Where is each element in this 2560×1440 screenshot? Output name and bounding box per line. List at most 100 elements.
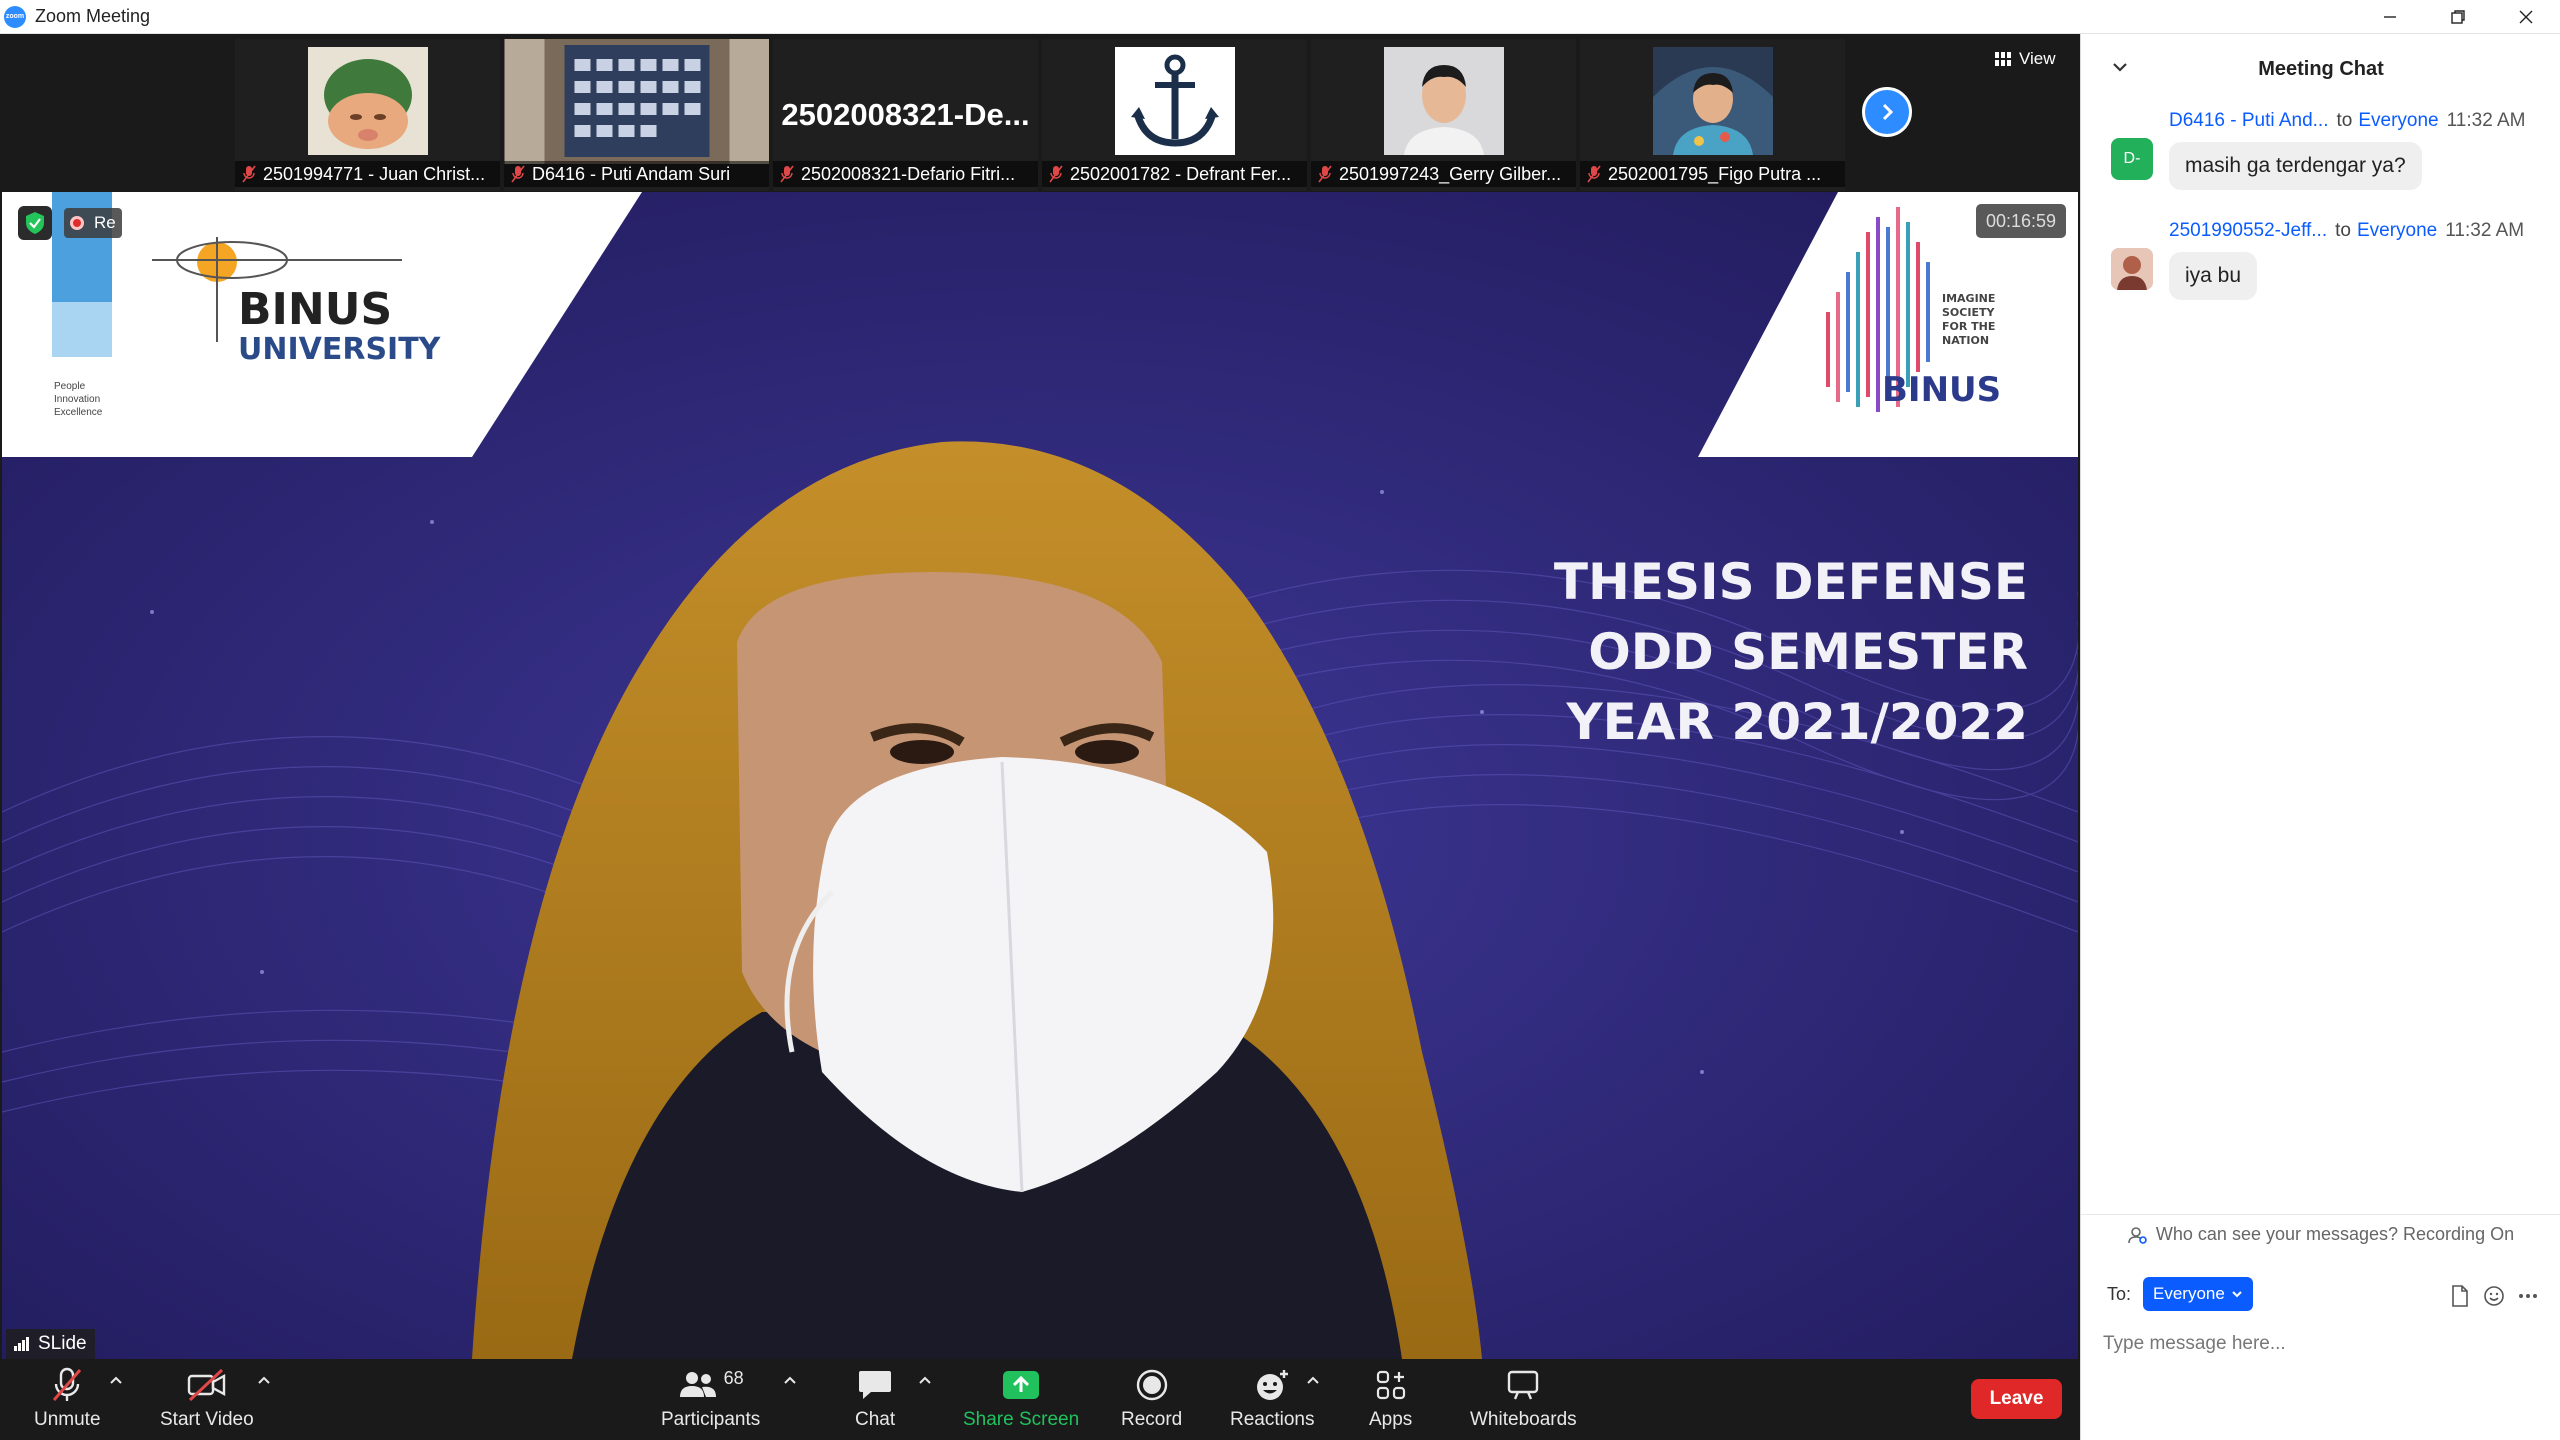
whiteboard-icon [1508,1370,1539,1400]
apps-button[interactable]: Apps [1369,1365,1412,1431]
close-icon [2519,10,2533,24]
participant-thumbnail[interactable]: 2501994771 - Juan Christ... [235,39,500,191]
reactions-smiley-icon [1257,1370,1289,1400]
participant-thumbnail-strip: 2501994771 - Juan Christ... D6416 - Puti… [0,34,2080,192]
security-shield-button[interactable] [18,206,52,240]
restore-icon [2451,10,2465,24]
more-options-button[interactable] [2511,1281,2545,1311]
binus-anniversary-word: BINUS [1882,370,2002,410]
muted-microphone-icon [53,1367,82,1401]
person-photo [1383,47,1504,155]
muted-mic-icon [1049,165,1063,183]
emoji-button[interactable] [2477,1281,2511,1311]
participant-thumbnail[interactable]: 2501997243_Gerry Gilber... [1311,39,1576,191]
grid-view-icon [1995,52,2011,66]
participant-big-name: 2502008321-De... [781,97,1030,132]
avatar: D- [2111,138,2153,180]
record-icon [1136,1369,1167,1401]
send-file-button[interactable] [2443,1281,2477,1311]
muted-mic-icon [242,165,256,183]
chat-button[interactable]: Chat [855,1365,895,1431]
person-visibility-icon [2128,1226,2147,1244]
thumbnail-label: 2502001795_Figo Putra ... [1580,161,1845,187]
thumbnail-label: 2502001782 - Defrant Fer... [1042,161,1307,187]
slide-title-line: THESIS DEFENSE [1553,553,2028,611]
participant-thumbnail[interactable]: 2502001782 - Defrant Fer... [1042,39,1307,191]
anniversary-tagline-line: IMAGINE [1942,292,1996,305]
user-photo-icon [2111,248,2153,290]
chat-sender[interactable]: D6416 - Puti And... [2169,110,2329,131]
view-button[interactable]: View [1985,44,2066,74]
whiteboards-button[interactable]: Whiteboards [1470,1365,1577,1431]
anniversary-tagline: IMAGINE SOCIETY FOR THE NATION [1942,292,1995,348]
window-title: Zoom Meeting [35,6,151,26]
meeting-timer: 00:16:59 [1976,204,2067,238]
participants-button[interactable]: 68 Participants [661,1365,760,1431]
unmute-label: Unmute [34,1409,101,1430]
record-button[interactable]: Record [1121,1365,1182,1431]
anniversary-tagline-line: NATION [1942,334,1990,347]
chat-to-word: to [2335,220,2351,241]
chat-time: 11:32 AM [2446,110,2526,131]
recording-dot-icon [70,216,84,230]
speaker-name-tag: SLide [6,1329,95,1359]
recipient-select-value: Everyone [2153,1284,2225,1303]
active-speaker-video[interactable]: BINUS UNIVERSITY People Innovation Excel… [2,192,2078,1359]
share-screen-icon [1003,1371,1040,1399]
chat-message-meta: D6416 - Puti And... to Everyone 11:32 AM [2169,110,2549,132]
logo-tagline-line: People [54,381,86,392]
chat-label: Chat [855,1409,896,1430]
leave-button[interactable]: Leave [1971,1379,2062,1419]
participant-name: 2501997243_Gerry Gilber... [1339,163,1562,184]
chat-sender[interactable]: 2501990552-Jeff... [2169,220,2327,241]
close-window-button[interactable] [2492,0,2560,34]
chevron-down-icon[interactable] [2111,60,2129,74]
chat-bubble-icon [859,1371,892,1399]
chat-message-input[interactable] [2103,1324,2543,1364]
who-can-see-link[interactable]: Who can see your messages? Recording On [2081,1214,2560,1254]
chat-recipient[interactable]: Everyone [2357,220,2437,241]
apps-label: Apps [1369,1409,1413,1430]
video-area: 2501994771 - Juan Christ... D6416 - Puti… [0,34,2080,1359]
speaker-name: SLide [38,1333,87,1354]
participant-thumbnail[interactable]: 2502001795_Figo Putra ... [1580,39,1845,191]
recipient-select[interactable]: Everyone [2143,1277,2253,1311]
meeting-toolbar: Unmute Start Video 68 Participants Chat … [0,1359,2080,1440]
reactions-options-caret-icon[interactable] [1305,1373,1321,1389]
chat-message-meta: 2501990552-Jeff... to Everyone 11:32 AM [2169,220,2549,242]
participant-thumbnail[interactable]: 2502008321-De... 2502008321-Defario Fitr… [773,39,1038,191]
chat-options-caret-icon[interactable] [917,1373,933,1389]
meeting-chat-panel: Meeting Chat D- D6416 - Puti And... to Eve… [2080,34,2560,1440]
reactions-button[interactable]: Reactions [1230,1365,1315,1431]
recording-indicator[interactable]: Re [64,208,122,238]
logo-tagline: People Innovation Excellence [54,380,102,419]
who-can-see-text: Who can see your messages? Recording On [2155,1224,2515,1244]
share-screen-button[interactable]: Share Screen [963,1365,1079,1431]
zoom-app-icon: zoom [4,5,26,28]
chat-recipient[interactable]: Everyone [2358,110,2438,131]
participant-name: 2502008321-Defario Fitri... [801,163,1016,184]
restore-button[interactable] [2424,0,2492,34]
participants-options-caret-icon[interactable] [782,1373,798,1389]
slide-title-line: YEAR 2021/2022 [1566,693,2028,751]
video-options-caret-icon[interactable] [256,1373,272,1389]
thumbnail-label: 2501994771 - Juan Christ... [235,161,500,187]
binus-logo-line1: BINUS [238,284,393,335]
chevron-right-icon [1882,103,1894,121]
recipient-row: To: Everyone [2107,1277,2253,1311]
logo-tagline-line: Innovation [54,394,101,405]
chat-title: Meeting Chat [2258,57,2384,80]
next-page-button[interactable] [1862,87,1912,137]
slide-title: THESIS DEFENSE ODD SEMESTER YEAR 2021/20… [1554,547,2028,757]
binus-logo-line2: UNIVERSITY [238,332,441,367]
logo-tagline-line: Excellence [54,407,103,418]
audio-options-caret-icon[interactable] [108,1373,124,1389]
unmute-button[interactable]: Unmute [34,1365,101,1431]
minimize-button[interactable] [2356,0,2424,34]
reactions-label: Reactions [1230,1409,1315,1430]
participants-icon [679,1372,716,1397]
participant-name: 2501994771 - Juan Christ... [263,163,486,184]
participant-thumbnail[interactable]: D6416 - Puti Andam Suri [504,39,769,191]
start-video-button[interactable]: Start Video [160,1365,254,1431]
participants-label: Participants [661,1409,761,1430]
